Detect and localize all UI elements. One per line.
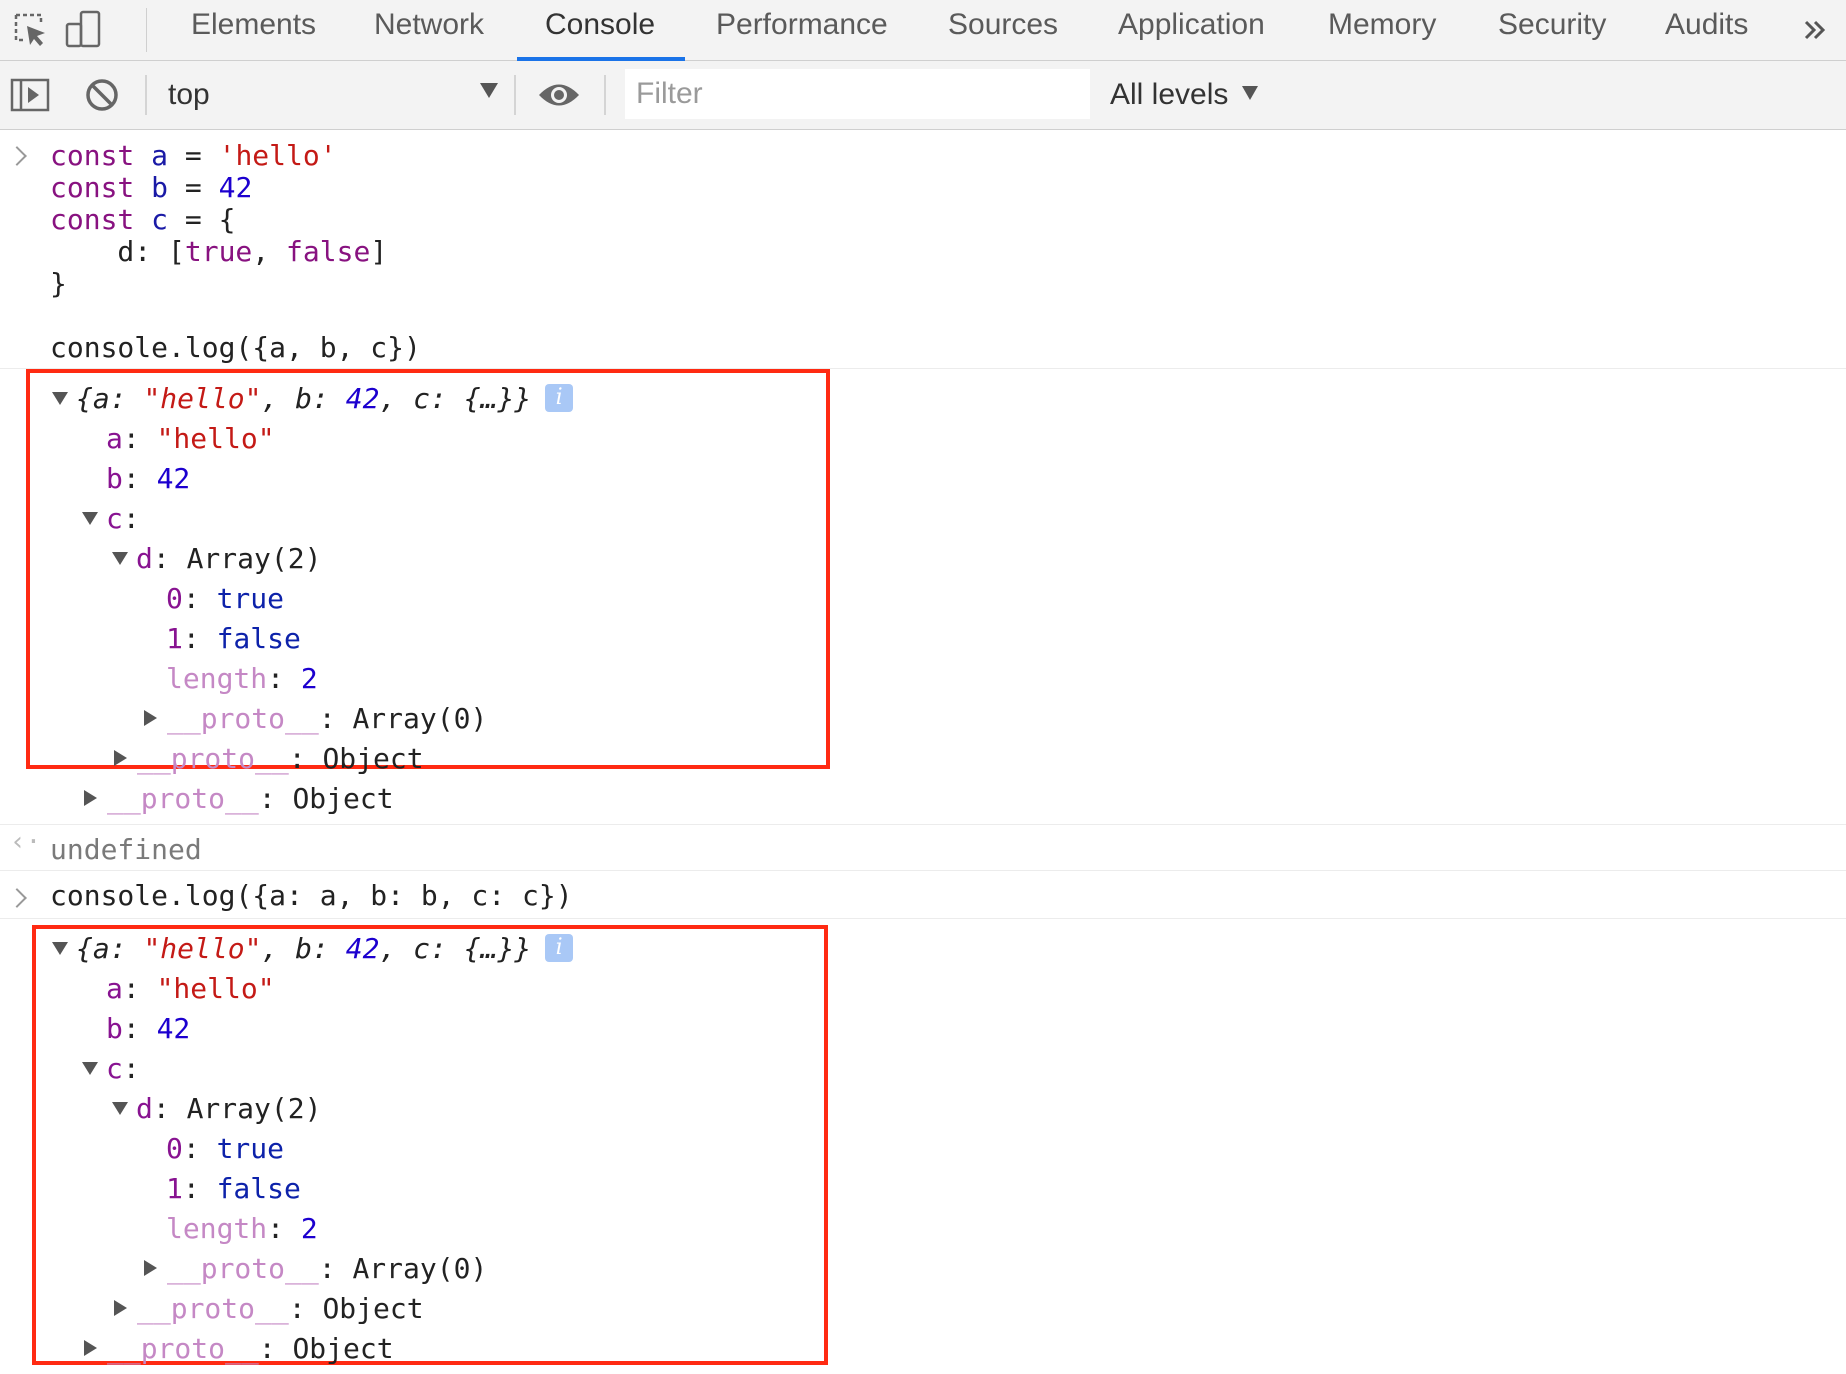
object-property: 1: false bbox=[166, 1172, 301, 1205]
object-property: 1: false bbox=[166, 622, 301, 655]
object-property: length: 2 bbox=[166, 662, 318, 695]
code-line: const a = 'hello' bbox=[50, 139, 337, 172]
toolbar-separator bbox=[604, 75, 606, 115]
console-messages: const a = 'hello' const b = 42 const c =… bbox=[0, 130, 1846, 1374]
code-line: const b = 42 bbox=[50, 171, 253, 204]
devtools-tab-bar: Elements Network Console Performance Sou… bbox=[0, 0, 1846, 61]
object-property[interactable]: d: Array(2) bbox=[112, 543, 321, 575]
info-icon[interactable]: i bbox=[545, 384, 574, 412]
code-line: } bbox=[50, 267, 67, 300]
filter-input[interactable] bbox=[625, 69, 1090, 119]
code-line: console.log({a: a, b: b, c: c}) bbox=[50, 879, 573, 912]
object-summary[interactable]: {a: "hello", b: 42, c: {…}} i bbox=[52, 383, 574, 415]
tab-console[interactable]: Console bbox=[516, 0, 686, 61]
code-line: d: [true, false] bbox=[50, 235, 388, 268]
tab-audits[interactable]: Audits bbox=[1665, 0, 1748, 60]
tab-sources[interactable]: Sources bbox=[948, 0, 1058, 60]
object-property[interactable]: c: bbox=[82, 503, 140, 535]
tab-elements[interactable]: Elements bbox=[191, 0, 316, 60]
context-label: top bbox=[168, 78, 210, 111]
object-property: a: "hello" bbox=[106, 422, 275, 455]
object-property[interactable]: c: bbox=[82, 1053, 140, 1085]
context-selector[interactable]: top bbox=[168, 61, 498, 129]
object-property[interactable]: __proto__: Object bbox=[114, 1293, 424, 1325]
object-property: b: 42 bbox=[106, 1012, 191, 1045]
clear-console-icon[interactable] bbox=[80, 61, 124, 129]
message-divider bbox=[0, 918, 1846, 919]
message-divider bbox=[0, 870, 1846, 871]
object-property[interactable]: __proto__: Object bbox=[114, 743, 424, 775]
object-property: 0: true bbox=[166, 582, 285, 615]
result-value: undefined bbox=[50, 833, 202, 866]
message-divider bbox=[0, 824, 1846, 825]
log-levels-dropdown[interactable]: All levels bbox=[1110, 78, 1228, 112]
inspect-element-icon[interactable] bbox=[6, 0, 56, 60]
object-property: b: 42 bbox=[106, 462, 191, 495]
object-property[interactable]: d: Array(2) bbox=[112, 1093, 321, 1125]
input-prompt-icon bbox=[7, 888, 27, 908]
more-tabs-icon[interactable] bbox=[1790, 0, 1840, 60]
tab-application[interactable]: Application bbox=[1118, 0, 1265, 60]
tab-separator bbox=[146, 8, 147, 52]
object-property: 0: true bbox=[166, 1132, 285, 1165]
tab-memory[interactable]: Memory bbox=[1328, 0, 1436, 60]
tab-performance[interactable]: Performance bbox=[716, 0, 888, 60]
toolbar-separator bbox=[514, 75, 516, 115]
code-line: const c = { bbox=[50, 203, 236, 236]
object-property[interactable]: __proto__: Array(0) bbox=[144, 1253, 487, 1285]
code-line: console.log({a, b, c}) bbox=[50, 331, 421, 364]
input-prompt-icon bbox=[7, 146, 27, 166]
tab-network[interactable]: Network bbox=[374, 0, 484, 60]
live-expression-eye-icon[interactable] bbox=[535, 61, 583, 129]
object-property: a: "hello" bbox=[106, 972, 275, 1005]
sidebar-toggle-icon[interactable] bbox=[8, 61, 52, 129]
object-property[interactable]: __proto__: Object bbox=[84, 1333, 394, 1365]
info-icon[interactable]: i bbox=[545, 934, 574, 962]
object-property: length: 2 bbox=[166, 1212, 318, 1245]
console-toolbar: top All levels bbox=[0, 61, 1846, 130]
object-property[interactable]: __proto__: Object bbox=[84, 783, 394, 815]
tab-security[interactable]: Security bbox=[1498, 0, 1606, 60]
object-summary[interactable]: {a: "hello", b: 42, c: {…}} i bbox=[52, 933, 574, 965]
result-arrow-icon: ‹· bbox=[10, 827, 42, 857]
device-toolbar-icon[interactable] bbox=[58, 0, 108, 60]
object-property[interactable]: __proto__: Array(0) bbox=[144, 703, 487, 735]
dropdown-arrow-icon bbox=[1242, 86, 1258, 100]
dropdown-arrow-icon bbox=[480, 83, 498, 98]
toolbar-separator bbox=[145, 75, 147, 115]
